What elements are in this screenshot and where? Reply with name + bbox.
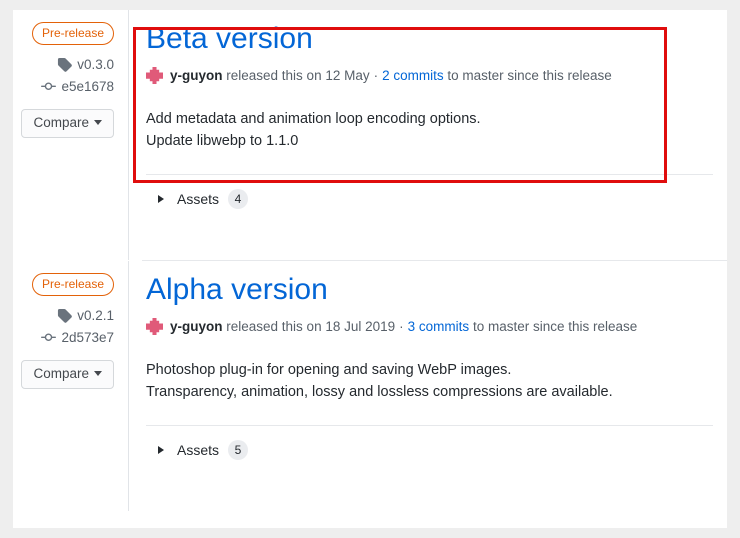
- avatar[interactable]: [146, 66, 163, 84]
- byline-separator: ·: [373, 67, 379, 83]
- released-text: released this on: [226, 318, 322, 334]
- release-note-line: Photoshop plug-in for opening and saving…: [146, 361, 512, 378]
- releases-card: Pre-release v0.3.0 e5e1678 Compare Beta …: [13, 10, 727, 528]
- release-item: Pre-release v0.2.1 2d573e7 Compare Alpha…: [13, 261, 727, 511]
- release-date: 12 May: [325, 67, 370, 83]
- assets-label: Assets: [177, 191, 220, 208]
- page-root: Pre-release v0.3.0 e5e1678 Compare Beta …: [0, 0, 740, 538]
- git-commit-icon: [41, 79, 57, 94]
- release-item: Pre-release v0.3.0 e5e1678 Compare Beta …: [13, 10, 727, 260]
- assets-toggle[interactable]: Assets 5: [146, 426, 713, 461]
- release-notes: Add metadata and animation loop encoding…: [146, 108, 713, 153]
- release-author[interactable]: y-guyon: [170, 319, 223, 334]
- release-body-column: Alpha version y-guyon released this on 1…: [128, 261, 727, 511]
- commit-sha: e5e1678: [61, 79, 114, 94]
- commits-link[interactable]: 2 commits: [382, 68, 444, 83]
- chevron-down-icon: [94, 371, 102, 377]
- chevron-right-icon: [158, 195, 164, 204]
- release-date: 18 Jul 2019: [325, 318, 396, 334]
- release-body-column: Beta version y-guyon released this on 12…: [128, 10, 727, 260]
- commits-link[interactable]: 3 commits: [408, 319, 470, 334]
- assets-count-badge: 4: [228, 189, 249, 210]
- release-title-link[interactable]: Beta version: [146, 20, 313, 57]
- assets-count-badge: 5: [228, 440, 249, 461]
- compare-button-label: Compare: [33, 115, 89, 130]
- assets-toggle[interactable]: Assets 4: [146, 175, 713, 210]
- commits-suffix: to master since this release: [472, 318, 638, 334]
- status-badge: Pre-release: [31, 22, 114, 45]
- release-note-line: Add metadata and animation loop encoding…: [146, 110, 481, 127]
- chevron-down-icon: [94, 120, 102, 126]
- tag-row[interactable]: v0.3.0: [13, 57, 114, 72]
- commit-row[interactable]: e5e1678: [13, 79, 114, 94]
- compare-button[interactable]: Compare: [21, 360, 114, 389]
- release-byline: y-guyon released this on 12 May · 2 comm…: [146, 66, 713, 84]
- commits-suffix: to master since this release: [447, 67, 612, 83]
- assets-label: Assets: [177, 442, 220, 459]
- status-badge: Pre-release: [31, 273, 114, 296]
- tag-row[interactable]: v0.2.1: [13, 308, 114, 323]
- release-meta-column: Pre-release v0.3.0 e5e1678 Compare: [13, 10, 128, 260]
- tag-icon: [57, 57, 73, 72]
- tag-name: v0.3.0: [77, 57, 114, 72]
- chevron-right-icon: [158, 446, 164, 455]
- byline-separator: ·: [399, 318, 404, 334]
- tag-name: v0.2.1: [77, 308, 114, 323]
- release-author[interactable]: y-guyon: [170, 68, 223, 83]
- release-meta-column: Pre-release v0.2.1 2d573e7 Compare: [13, 261, 128, 511]
- avatar[interactable]: [146, 317, 163, 335]
- release-note-line: Update libwebp to 1.1.0: [146, 132, 299, 149]
- release-note-line: Transparency, animation, lossy and lossl…: [146, 383, 613, 400]
- released-text: released this on: [226, 67, 322, 83]
- git-commit-icon: [41, 330, 57, 345]
- release-title-link[interactable]: Alpha version: [146, 271, 328, 308]
- commit-sha: 2d573e7: [61, 330, 114, 345]
- commit-row[interactable]: 2d573e7: [13, 330, 114, 345]
- tag-icon: [57, 308, 73, 323]
- release-notes: Photoshop plug-in for opening and saving…: [146, 359, 713, 404]
- release-byline: y-guyon released this on 18 Jul 2019 · 3…: [146, 317, 713, 335]
- compare-button[interactable]: Compare: [21, 109, 114, 138]
- compare-button-label: Compare: [33, 366, 89, 381]
